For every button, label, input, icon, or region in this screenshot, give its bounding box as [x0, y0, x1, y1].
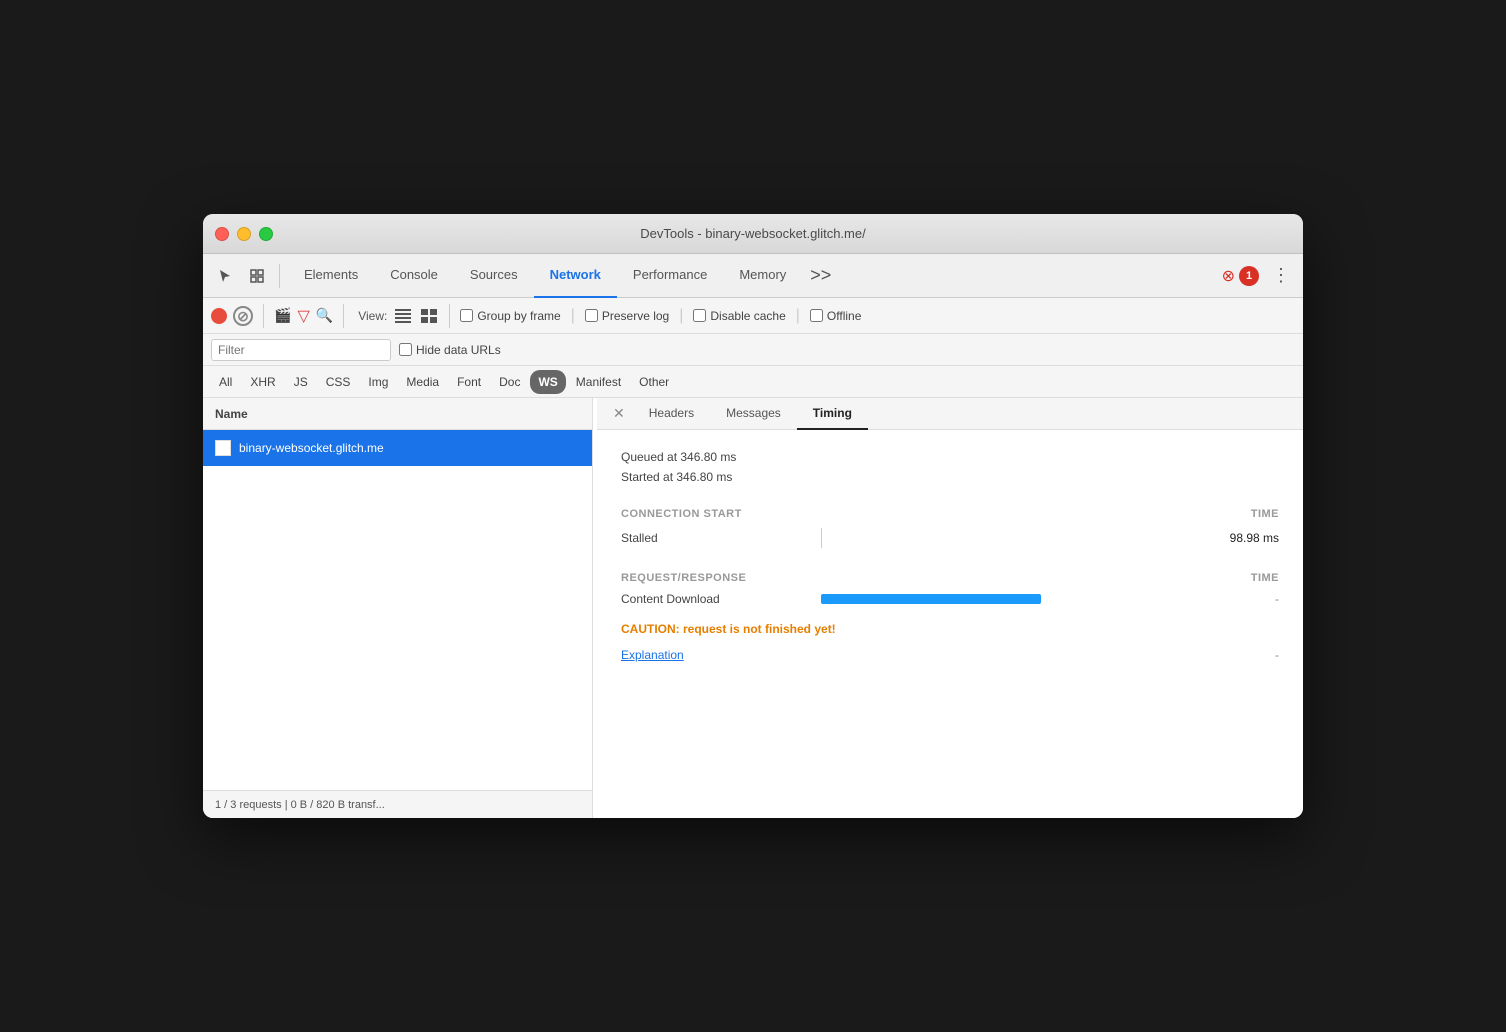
tab-more[interactable]: >> — [802, 254, 839, 298]
details-tabs: ✕ Headers Messages Timing — [597, 398, 1303, 430]
tab-performance[interactable]: Performance — [617, 254, 723, 298]
minimize-button[interactable] — [237, 227, 251, 241]
stalled-row: Stalled 98.98 ms — [621, 528, 1279, 548]
filter-icon[interactable]: ▽ — [297, 306, 309, 326]
view-list-icon[interactable] — [393, 306, 413, 326]
details-tab-timing[interactable]: Timing — [797, 398, 868, 430]
resource-tab-img[interactable]: Img — [360, 370, 396, 394]
details-tab-headers[interactable]: Headers — [633, 398, 710, 430]
requests-empty-space — [203, 466, 592, 790]
cursor-icon[interactable] — [211, 262, 239, 290]
request-name: binary-websocket.glitch.me — [239, 441, 384, 455]
record-button[interactable] — [211, 308, 227, 324]
queued-at: Queued at 346.80 ms — [621, 450, 1279, 464]
group-by-frame-checkbox[interactable]: Group by frame — [460, 309, 560, 323]
request-response-header: Request/Response TIME — [621, 572, 1279, 584]
window-title: DevTools - binary-websocket.glitch.me/ — [640, 226, 865, 241]
stalled-bar-area — [801, 528, 1199, 548]
screenshot-icon[interactable]: 🎬 — [274, 307, 291, 324]
requests-footer: 1 / 3 requests | 0 B / 820 B transf... — [203, 790, 592, 818]
content-download-row: Content Download - — [621, 592, 1279, 606]
clear-button[interactable]: ⊘ — [233, 306, 253, 326]
request-response-section: Request/Response TIME Content Download - — [621, 572, 1279, 606]
connection-start-section: Connection Start TIME Stalled 98.98 ms — [621, 508, 1279, 548]
preserve-log-checkbox[interactable]: Preserve log — [585, 309, 669, 323]
error-indicator[interactable]: ⊗ 1 — [1222, 266, 1259, 286]
resource-tab-ws[interactable]: WS — [530, 370, 565, 394]
error-icon: ⊗ — [1222, 266, 1235, 286]
resource-tab-css[interactable]: CSS — [318, 370, 359, 394]
details-tab-messages[interactable]: Messages — [710, 398, 797, 430]
network-toolbar-sep1 — [263, 304, 264, 328]
started-at: Started at 346.80 ms — [621, 470, 1279, 484]
explanation-dash: - — [1199, 648, 1279, 662]
error-count: 1 — [1239, 266, 1259, 286]
resource-tab-other[interactable]: Other — [631, 370, 677, 394]
traffic-lights — [215, 227, 273, 241]
tab-console[interactable]: Console — [374, 254, 454, 298]
tab-elements[interactable]: Elements — [288, 254, 374, 298]
network-toolbar: ⊘ 🎬 ▽ 🔍 View: Group by frame — [203, 298, 1303, 334]
disable-cache-checkbox[interactable]: Disable cache — [693, 309, 785, 323]
connection-start-header: Connection Start TIME — [621, 508, 1279, 520]
hide-data-urls-checkbox[interactable]: Hide data URLs — [399, 343, 501, 357]
explanation-link[interactable]: Explanation — [621, 648, 684, 662]
offline-checkbox[interactable]: Offline — [810, 309, 861, 323]
tab-memory[interactable]: Memory — [723, 254, 802, 298]
tab-network[interactable]: Network — [534, 254, 617, 298]
explanation-row: Explanation - — [621, 648, 1279, 662]
caution-text: CAUTION: request is not finished yet! — [621, 622, 1279, 636]
view-grid-icon[interactable] — [419, 306, 439, 326]
resource-tab-all[interactable]: All — [211, 370, 240, 394]
view-label: View: — [358, 309, 387, 323]
content-download-label: Content Download — [621, 592, 801, 606]
resource-tab-manifest[interactable]: Manifest — [568, 370, 629, 394]
close-button[interactable] — [215, 227, 229, 241]
resource-tab-font[interactable]: Font — [449, 370, 489, 394]
nav-tabs: Elements Console Sources Network Perform… — [288, 254, 1218, 298]
filter-input[interactable] — [211, 339, 391, 361]
toolbar-right: ⊗ 1 ⋮ — [1222, 262, 1295, 290]
stalled-label: Stalled — [621, 531, 801, 545]
resource-tab-media[interactable]: Media — [398, 370, 447, 394]
maximize-button[interactable] — [259, 227, 273, 241]
main-content: Name binary-websocket.glitch.me 1 / 3 re… — [203, 398, 1303, 818]
inspect-icon[interactable] — [243, 262, 271, 290]
stalled-value: 98.98 ms — [1199, 531, 1279, 545]
timing-content: Queued at 346.80 ms Started at 346.80 ms… — [597, 430, 1303, 818]
requests-panel: Name binary-websocket.glitch.me 1 / 3 re… — [203, 398, 593, 818]
search-icon[interactable]: 🔍 — [316, 307, 333, 324]
request-favicon — [215, 440, 231, 456]
content-download-bar-area — [801, 594, 1199, 604]
title-bar: DevTools - binary-websocket.glitch.me/ — [203, 214, 1303, 254]
content-download-value: - — [1199, 592, 1279, 606]
resource-tab-xhr[interactable]: XHR — [242, 370, 283, 394]
toolbar-separator — [279, 264, 280, 288]
content-download-bar — [821, 594, 1041, 604]
devtools-window: DevTools - binary-websocket.glitch.me/ E… — [203, 214, 1303, 818]
network-toolbar-sep3 — [449, 304, 450, 328]
resource-tab-doc[interactable]: Doc — [491, 370, 528, 394]
requests-header: Name — [203, 398, 592, 430]
close-details-button[interactable]: ✕ — [605, 398, 633, 430]
filter-bar: Hide data URLs — [203, 334, 1303, 366]
resource-tab-js[interactable]: JS — [286, 370, 316, 394]
top-toolbar: Elements Console Sources Network Perform… — [203, 254, 1303, 298]
resource-tabs: All XHR JS CSS Img Media Font Doc WS Man… — [203, 366, 1303, 398]
details-panel: ✕ Headers Messages Timing Queued at 346.… — [597, 398, 1303, 818]
more-options-icon[interactable]: ⋮ — [1267, 262, 1295, 290]
timing-pipe — [821, 528, 822, 548]
network-toolbar-sep2 — [343, 304, 344, 328]
tab-sources[interactable]: Sources — [454, 254, 534, 298]
request-item[interactable]: binary-websocket.glitch.me — [203, 430, 592, 466]
